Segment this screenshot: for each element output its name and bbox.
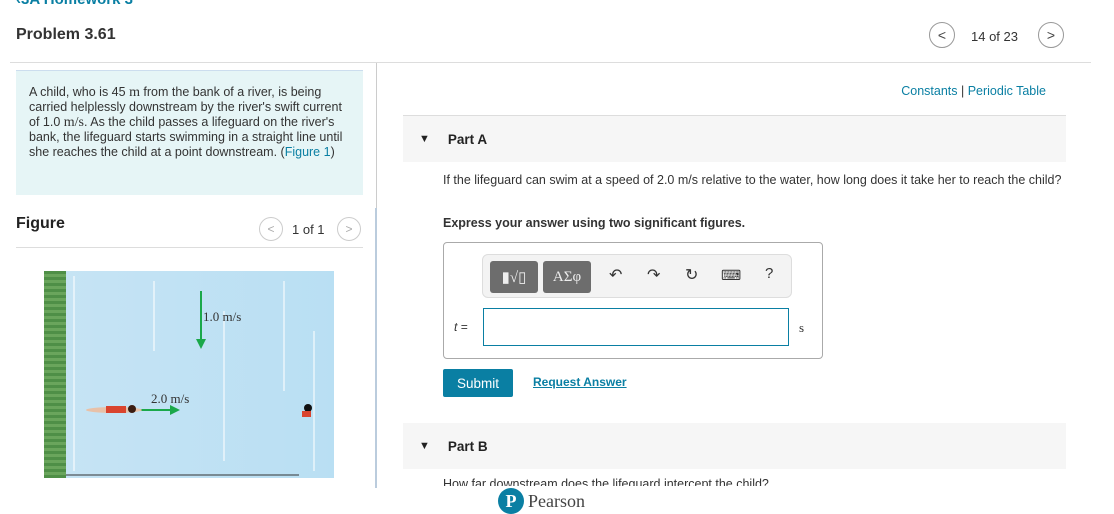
pearson-logo-icon: P (498, 488, 524, 514)
figure-heading: Figure (16, 215, 65, 232)
part-b-header[interactable]: ▼ Part B (403, 423, 1066, 469)
pearson-logo: P Pearson (498, 488, 585, 514)
chevron-right-icon: > (1046, 27, 1056, 43)
next-problem-button[interactable]: > (1038, 22, 1064, 48)
figure-link[interactable]: Figure 1 (285, 145, 331, 159)
chevron-right-icon: > (345, 222, 353, 236)
current-speed-label: 1.0 m/s (203, 309, 242, 324)
reset-icon[interactable]: ↻ (685, 265, 698, 285)
answer-input[interactable] (483, 308, 789, 346)
divider (16, 247, 363, 248)
chevron-left-icon: < (937, 27, 947, 43)
collapse-triangle-icon: ▼ (419, 133, 430, 145)
chevron-left-icon: < (267, 222, 275, 236)
figure-drawing (66, 276, 315, 476)
breadcrumb-text: 3A Homework 3 (21, 0, 133, 8)
part-a-header[interactable]: ▼ Part A (403, 116, 1066, 162)
swim-speed-label: 2.0 m/s (151, 391, 190, 406)
prev-problem-button[interactable]: < (929, 22, 955, 48)
part-a-question: If the lifeguard can swim at a speed of … (443, 173, 1062, 187)
keyboard-icon[interactable]: ⌨ (721, 267, 741, 284)
templates-button[interactable]: ▮√▯ (490, 261, 538, 293)
next-figure-button[interactable]: > (337, 217, 361, 241)
reference-links: Constants | Periodic Table (901, 84, 1046, 98)
request-answer-link[interactable]: Request Answer (533, 375, 627, 389)
variable-label: t = (454, 320, 468, 334)
collapse-triangle-icon: ▼ (419, 440, 430, 452)
periodic-table-link[interactable]: Periodic Table (968, 84, 1046, 98)
figure-pager: 1 of 1 (292, 222, 325, 237)
problem-pager: 14 of 23 (971, 29, 1018, 44)
pane-resizer[interactable] (375, 208, 377, 488)
submit-button[interactable]: Submit (443, 369, 513, 397)
unit-label: s (799, 320, 805, 335)
problem-statement: A child, who is 45 m from the bank of a … (16, 70, 363, 195)
constants-link[interactable]: Constants (901, 84, 957, 98)
undo-icon[interactable]: ↶ (609, 265, 622, 285)
divider (10, 62, 1091, 63)
redo-icon[interactable]: ↷ (647, 265, 660, 285)
greek-symbols-button[interactable]: ΑΣφ (543, 261, 591, 293)
breadcrumb-link[interactable]: ‹3A Homework 3 (16, 0, 133, 8)
part-a-instruction: Express your answer using two significan… (443, 216, 746, 230)
page-title: Problem 3.61 (16, 26, 116, 43)
part-b-question: How far downstream does the lifeguard in… (443, 477, 769, 486)
help-button[interactable]: ? (765, 265, 773, 282)
math-toolbar: ▮√▯ ΑΣφ ↶ ↷ ↻ ⌨ ? (482, 254, 792, 298)
prev-figure-button[interactable]: < (259, 217, 283, 241)
child (304, 404, 312, 412)
